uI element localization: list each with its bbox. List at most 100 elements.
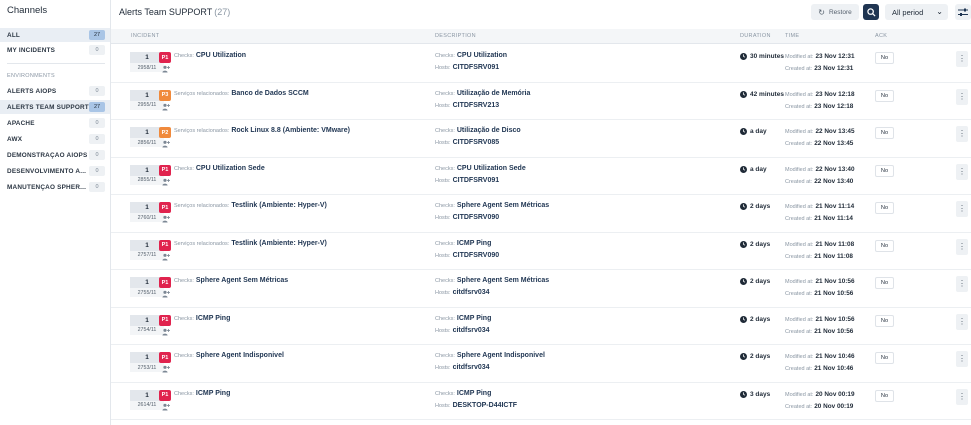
column-header-incident[interactable]: INCIDENT [131, 33, 159, 39]
sidebar-item-manutencao[interactable]: MANUTENÇAO SPHER... 0 [0, 180, 110, 194]
duration: 2 days [740, 240, 770, 248]
incident-title[interactable]: Serviços relacionados: Testlink (Ambiente… [174, 202, 327, 209]
user-plus-icon[interactable] [162, 290, 170, 298]
kebab-icon[interactable]: ⋮ [956, 351, 968, 367]
incident-title[interactable]: Checks: CPU Utilization [174, 52, 246, 59]
kebab-icon[interactable]: ⋮ [956, 313, 968, 330]
modified-value: 20 Nov 00:19 [815, 390, 855, 398]
table-row[interactable]: 1 2753/11 P1 Checks: Sphere Agent Indispo… [111, 345, 971, 383]
user-plus-icon[interactable] [162, 328, 170, 336]
duration-value: 30 minutes [750, 53, 784, 60]
page-title-text: Alerts Team SUPPORT [119, 7, 213, 17]
checks-label: Checks: [435, 90, 455, 97]
checks-label: Checks: [435, 240, 455, 247]
table-row[interactable]: 1 2614/11 P1 Checks: ICMP Ping Checks: ICM… [111, 383, 971, 420]
incident-title[interactable]: Serviços relacionados: Rock Linux 8.8 (Am… [174, 127, 350, 134]
ack-button[interactable]: No [875, 127, 894, 139]
search-button[interactable] [863, 4, 879, 20]
hosts-value: CITDFSRV213 [452, 101, 500, 109]
user-plus-icon[interactable] [162, 103, 170, 111]
incident-title[interactable]: Serviços relacionados: Banco de Dados SCC… [174, 90, 309, 97]
ack-button[interactable]: No [875, 239, 894, 252]
incident-name: Testlink (Ambiente: Hyper-V) [231, 239, 327, 247]
incident-title[interactable]: Checks: CPU Utilization Sede [174, 165, 265, 172]
hosts-label: Hosts: [435, 102, 451, 109]
incident-title[interactable]: Checks: ICMP Ping [174, 315, 230, 322]
kebab-icon[interactable]: ⋮ [956, 388, 968, 405]
table-row[interactable]: 1 2754/11 P1 Checks: ICMP Ping Checks: ICM… [111, 308, 971, 345]
sidebar-item-all[interactable]: ALL 27 [0, 28, 110, 42]
sidebar-item-alerts-aiops[interactable]: ALERTS AIOPS 0 [0, 84, 110, 98]
incident-title[interactable]: Serviços relacionados: Testlink (Ambiente… [174, 240, 327, 247]
restore-button[interactable]: ↻ Restore [811, 4, 859, 20]
ack-button[interactable]: No [875, 164, 894, 177]
sidebar-item-apache[interactable]: APACHE 0 [0, 116, 110, 130]
kebab-icon[interactable]: ⋮ [956, 88, 968, 105]
kebab-icon[interactable]: ⋮ [956, 201, 968, 217]
checks-label: Checks: [435, 390, 455, 397]
duration: 2 days [740, 315, 770, 323]
ack-button[interactable]: No [875, 52, 894, 64]
hosts-label: Hosts: [435, 402, 451, 409]
period-label: All period [892, 7, 924, 17]
user-plus-icon[interactable] [162, 365, 170, 373]
created-time: Created at: 23 Nov 12:18 [785, 103, 853, 110]
kebab-icon[interactable]: ⋮ [956, 238, 968, 255]
column-header-description[interactable]: DESCRIPTION [435, 33, 476, 39]
table-row[interactable]: 1 2760/11 P1 Serviços relacionados: Testl… [111, 195, 971, 233]
sidebar-item-awx[interactable]: AWX 0 [0, 132, 110, 146]
sidebar-item-desenvolvimento[interactable]: DESENVOLVIMENTO A... 0 [0, 164, 110, 178]
user-plus-icon[interactable] [162, 140, 170, 148]
period-select[interactable]: All period ⌄ [885, 4, 948, 20]
ack-button[interactable]: No [875, 202, 894, 214]
incident-title[interactable]: Checks: Sphere Agent Sem Métricas [174, 277, 288, 284]
column-header-ack[interactable]: ACK [875, 33, 887, 39]
table-row[interactable]: 1 2757/11 P1 Serviços relacionados: Testl… [111, 233, 971, 270]
sidebar-item-my-incidents[interactable]: MY INCIDENTS 0 [0, 43, 110, 57]
sidebar-title: Channels [7, 5, 48, 16]
ack-button[interactable]: No [875, 277, 894, 289]
hosts-label: Hosts: [435, 215, 451, 221]
created-time: Created at: 21 Nov 10:56 [785, 290, 853, 297]
modified-value: 21 Nov 11:14 [815, 203, 855, 210]
ack-button[interactable]: No [875, 89, 894, 102]
clock-icon [740, 90, 747, 98]
kebab-icon[interactable]: ⋮ [956, 163, 968, 180]
table-row[interactable]: 1 2856/11 P2 Serviços relacionados: Rock … [111, 120, 971, 158]
table-row[interactable]: 1 2958/11 P1 Checks: CPU Utilization Chec… [111, 45, 971, 83]
table-row[interactable]: 1 2955/11 P3 Serviços relacionados: Banco… [111, 83, 971, 120]
filter-button[interactable] [955, 4, 971, 20]
count-badge: 27 [89, 102, 105, 112]
user-plus-icon[interactable] [162, 253, 170, 261]
created-time: Created at: 23 Nov 12:31 [785, 65, 853, 72]
duration-value: 42 minutes [750, 90, 784, 98]
incident-prefix: Checks: [174, 353, 194, 359]
user-plus-icon[interactable] [162, 178, 170, 186]
incident-name: ICMP Ping [195, 314, 231, 322]
chevron-down-icon: ⌄ [936, 7, 943, 16]
sidebar-item-alerts-team-support[interactable]: ALERTS TEAM SUPPORT 27 [0, 100, 110, 114]
incident-title[interactable]: Checks: ICMP Ping [174, 390, 230, 397]
ack-button[interactable]: No [875, 314, 894, 327]
description-checks: Checks: CPU Utilization Sede [435, 165, 526, 172]
kebab-icon[interactable]: ⋮ [956, 51, 968, 67]
kebab-icon[interactable]: ⋮ [956, 276, 968, 292]
duration: a day [740, 165, 767, 173]
table-row[interactable]: 1 2755/11 P1 Checks: Sphere Agent Sem Mét… [111, 270, 971, 308]
hosts-label: Hosts: [435, 252, 451, 259]
user-plus-icon[interactable] [162, 403, 170, 411]
ack-button[interactable]: No [875, 389, 894, 402]
created-label: Created at: [785, 216, 813, 222]
column-header-time[interactable]: TIME [785, 33, 799, 39]
sidebar-item-demonstracao-aiops[interactable]: DEMONSTRAÇÃO AIOPS 0 [0, 148, 110, 162]
table-row[interactable]: 1 2855/11 P1 Checks: CPU Utilization Sede… [111, 158, 971, 195]
ack-button[interactable]: No [875, 352, 894, 364]
description-checks: Checks: Sphere Agent Sem Métricas [435, 202, 549, 209]
user-plus-icon[interactable] [162, 65, 170, 73]
kebab-icon[interactable]: ⋮ [956, 126, 968, 142]
description-checks: Checks: Sphere Agent Indisponivel [435, 352, 545, 359]
incident-title[interactable]: Checks: Sphere Agent Indisponivel [174, 352, 284, 359]
column-header-duration[interactable]: DURATION [740, 33, 771, 39]
incident-id: 2760/11 [130, 213, 164, 222]
user-plus-icon[interactable] [162, 215, 170, 223]
